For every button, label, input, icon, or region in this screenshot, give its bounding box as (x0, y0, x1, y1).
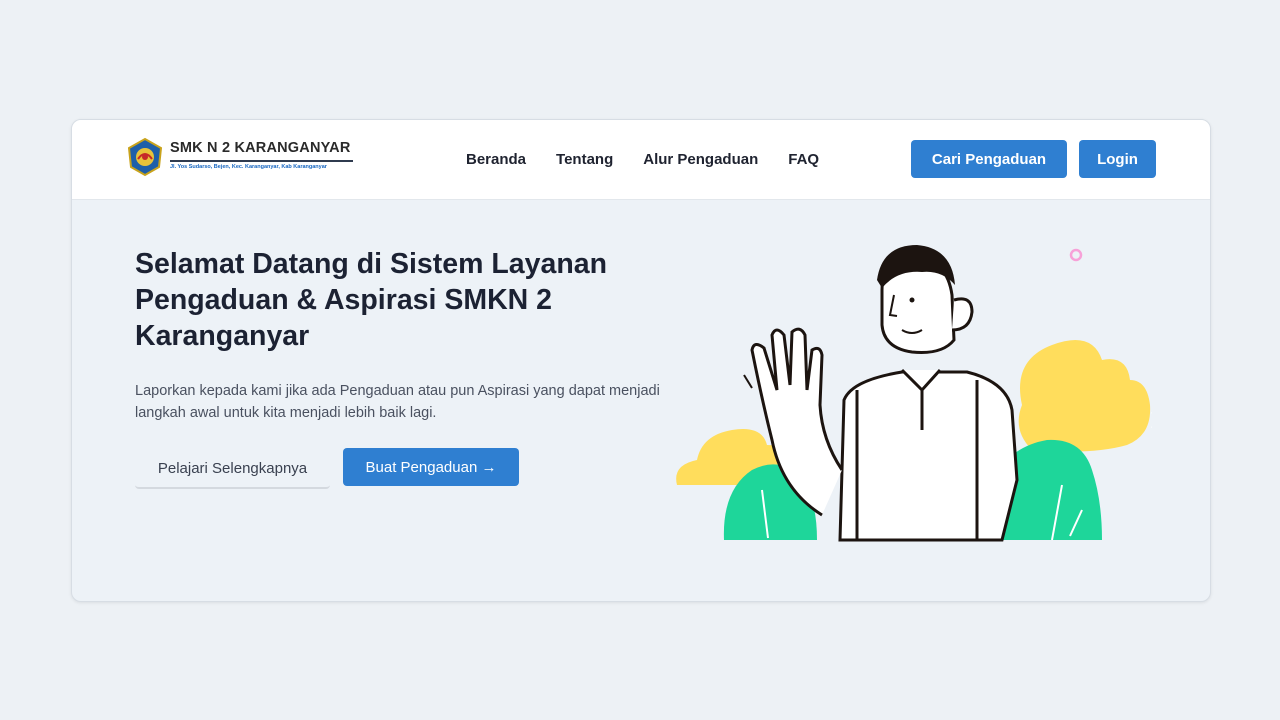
brand-divider (170, 160, 353, 162)
nav-link-alur-pengaduan[interactable]: Alur Pengaduan (643, 151, 758, 168)
brand-name: SMK N 2 KARANGANYAR (170, 140, 351, 156)
navbar: SMK N 2 KARANGANYAR Jl. Yos Sudarso, Bej… (72, 120, 1210, 200)
search-complaint-button[interactable]: Cari Pengaduan (911, 140, 1067, 178)
login-button[interactable]: Login (1079, 140, 1156, 178)
hero-description: Laporkan kepada kami jika ada Pengaduan … (135, 383, 660, 421)
nav-link-beranda[interactable]: Beranda (466, 151, 526, 168)
brand-address: Jl. Yos Sudarso, Bejen, Kec. Karanganyar… (170, 164, 327, 170)
nav-links: Beranda Tentang Alur Pengaduan FAQ (466, 151, 819, 168)
hero-title: Selamat Datang di Sistem Layanan Pengadu… (135, 248, 607, 352)
nav-link-tentang[interactable]: Tentang (556, 151, 613, 168)
nav-link-faq[interactable]: FAQ (788, 151, 819, 168)
learn-more-button[interactable]: Pelajari Selengkapnya (135, 449, 330, 489)
school-emblem-icon (127, 137, 163, 177)
school-logo[interactable]: SMK N 2 KARANGANYAR Jl. Yos Sudarso, Bej… (126, 137, 366, 177)
create-complaint-button[interactable]: Buat Pengaduan → (343, 448, 519, 486)
waving-student-illustration (676, 245, 1152, 542)
main-card: SMK N 2 KARANGANYAR Jl. Yos Sudarso, Bej… (71, 119, 1211, 602)
